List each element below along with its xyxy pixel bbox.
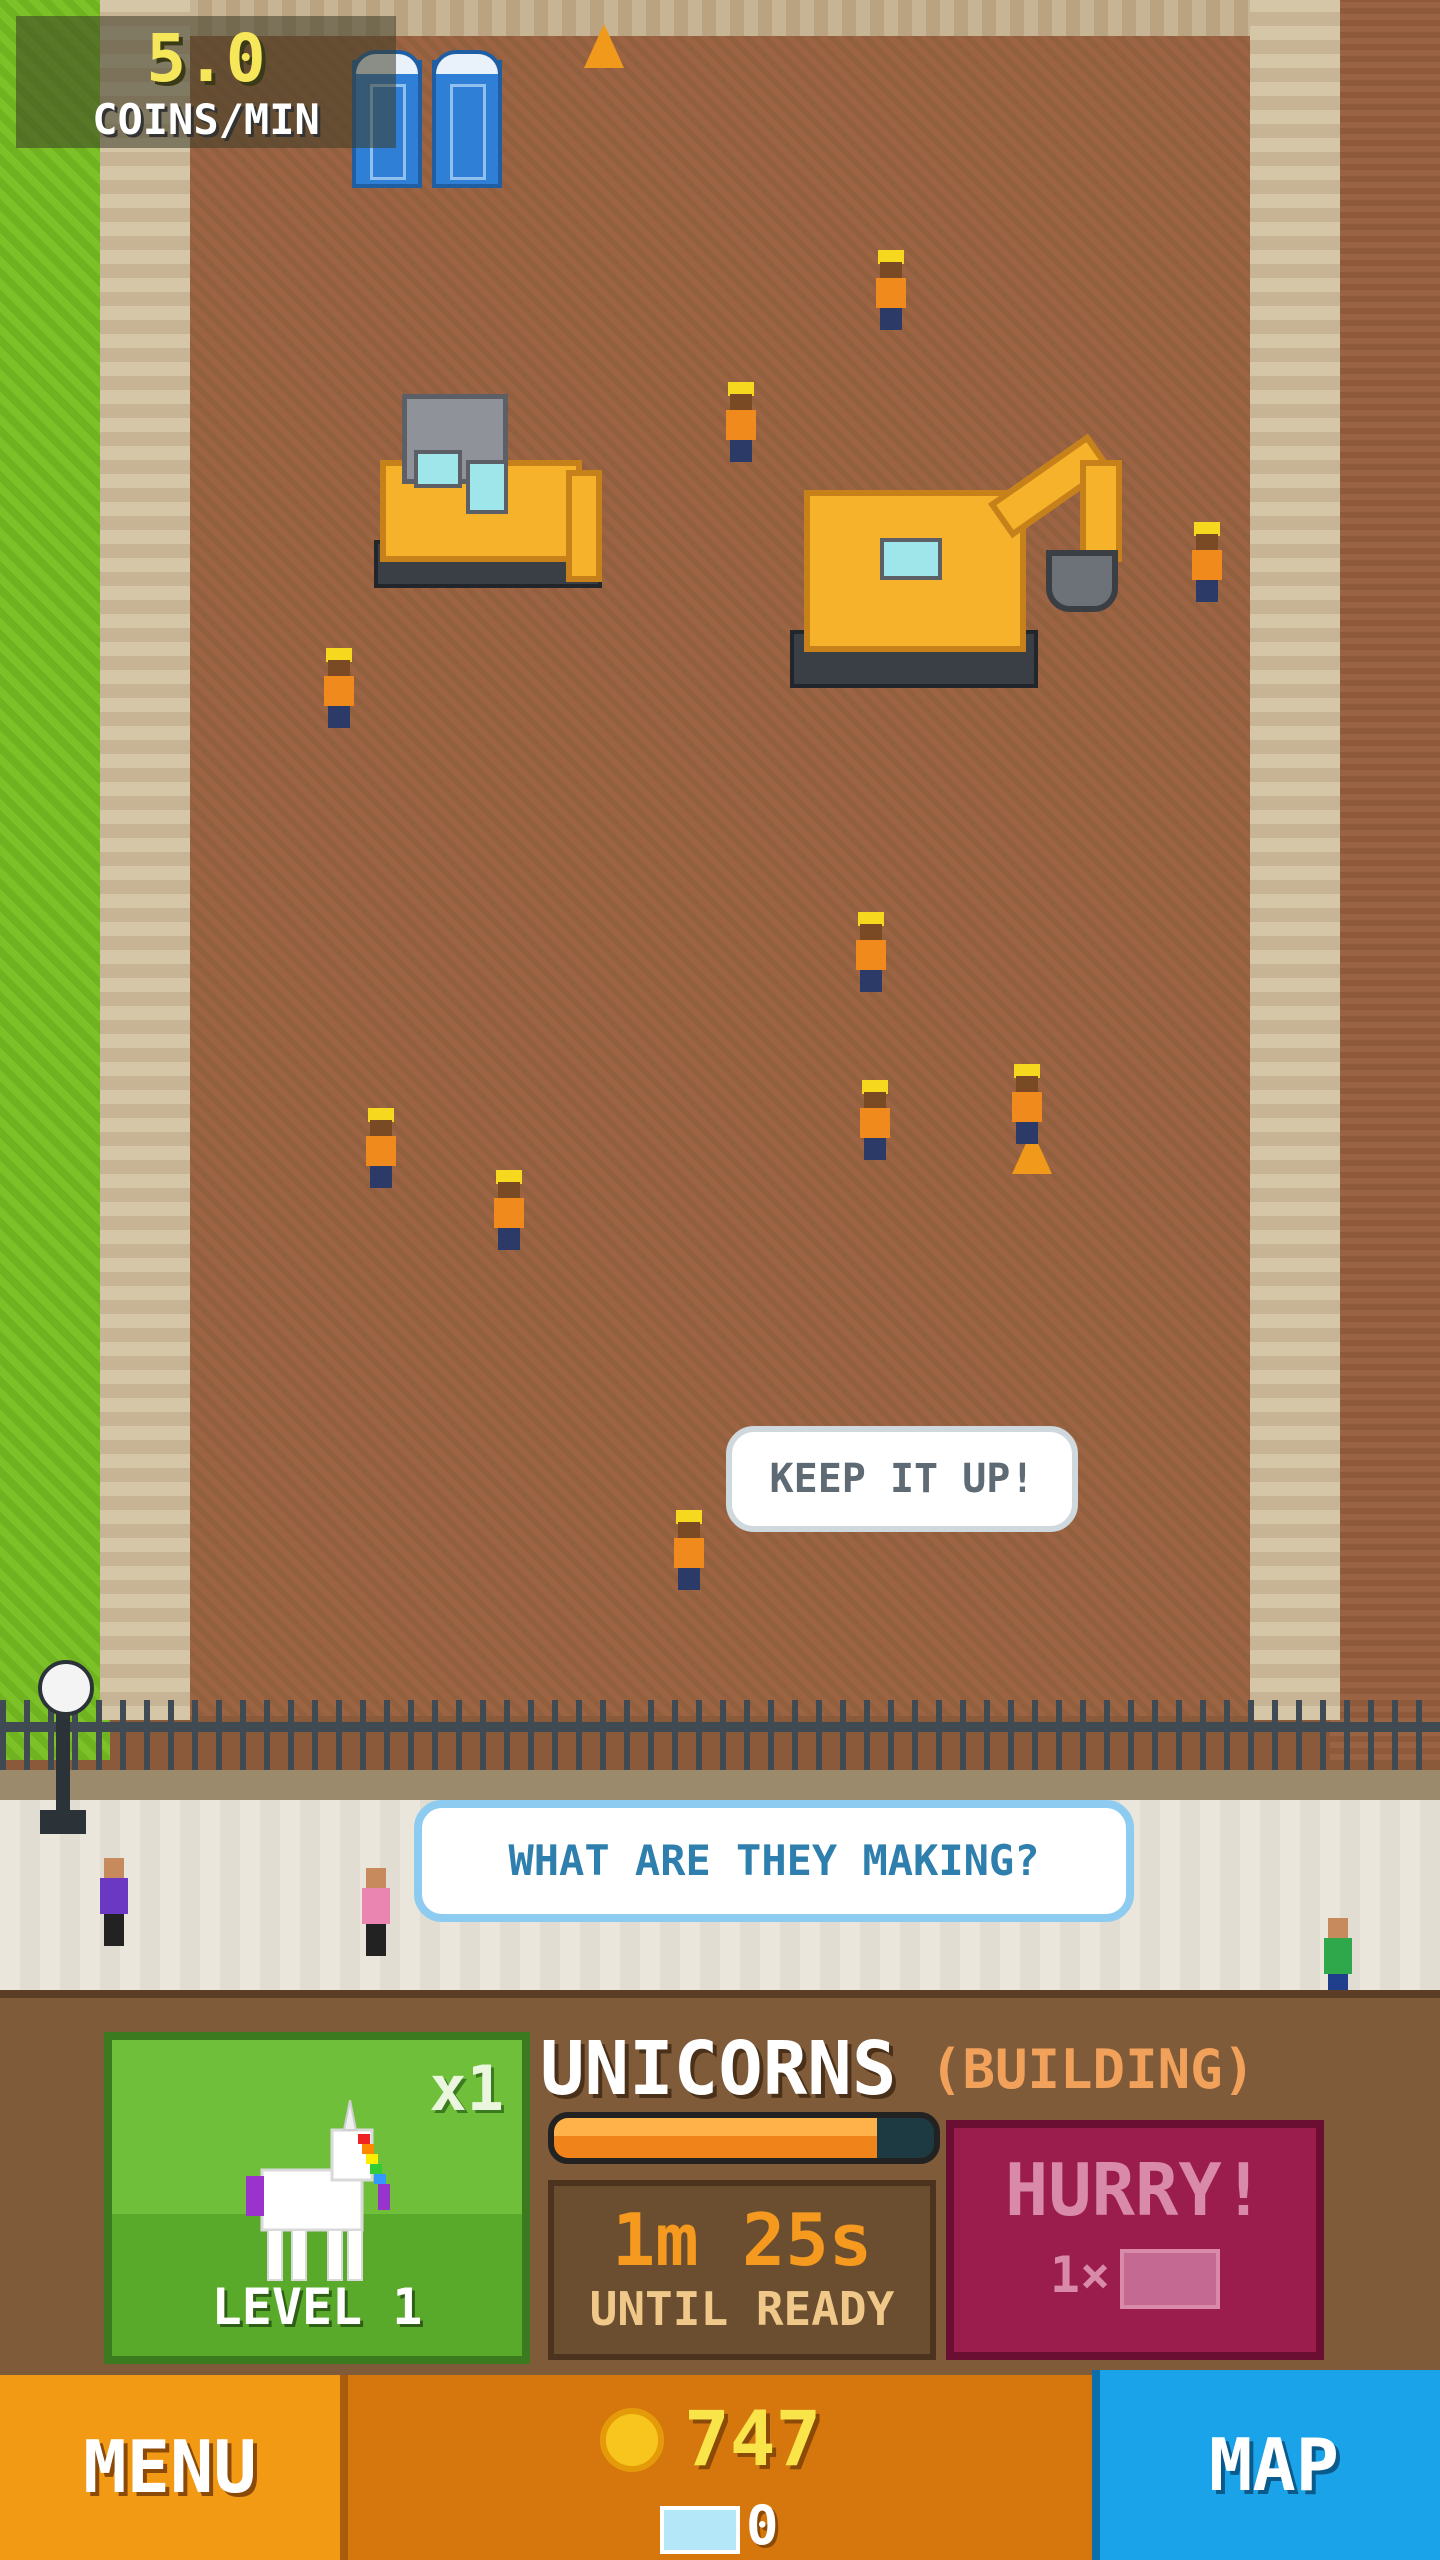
gem-icon: [1120, 2248, 1221, 2309]
unicorn-unit-card[interactable]: x1 LEVEL 1: [104, 2032, 530, 2364]
fence: [0, 1700, 1440, 1778]
building-status: (BUILDING): [930, 2038, 1256, 2101]
construction-worker: [362, 1108, 398, 1188]
construction-worker: [856, 1080, 892, 1160]
timer-label: UNTIL READY: [589, 2282, 895, 2336]
hurry-cost-text: 1×: [1049, 2246, 1111, 2304]
menu-button[interactable]: MENU: [0, 2375, 348, 2560]
hurry-label: HURRY!: [1004, 2148, 1266, 2232]
bulldozer-icon: [370, 390, 610, 600]
coins-rate-unit: COINS/MIN: [92, 95, 320, 144]
lot-right-border: [1250, 0, 1340, 1720]
coin-count: 747: [684, 2394, 822, 2483]
timer-value: 1m 25s: [611, 2198, 873, 2282]
coins-rate-value: 5.0: [146, 20, 266, 97]
construction-worker: [490, 1170, 526, 1250]
construction-lot[interactable]: [190, 36, 1250, 1716]
construction-worker: [852, 912, 888, 992]
construction-worker: [722, 382, 758, 462]
hurry-button[interactable]: HURRY! 1×: [946, 2120, 1324, 2360]
adjacent-lot: [1330, 0, 1440, 1760]
pedestrian: [96, 1858, 130, 1948]
unicorn-icon: [246, 2100, 390, 2281]
pedestrian-speech-bubble: WHAT ARE THEY MAKING?: [414, 1800, 1134, 1922]
traffic-cone-icon: [584, 24, 624, 68]
fence-base: [0, 1770, 1440, 1800]
coin-icon: [600, 2408, 664, 2472]
build-progress-bar: [548, 2112, 940, 2164]
construction-worker: [320, 648, 356, 728]
map-button[interactable]: MAP: [1092, 2370, 1440, 2560]
unit-level: LEVEL 1: [211, 2278, 423, 2336]
gem-count: 0: [746, 2494, 779, 2557]
construction-worker: [670, 1510, 706, 1590]
build-progress-fill: [554, 2118, 877, 2158]
coins-rate-badge: 5.0 COINS/MIN: [16, 16, 396, 148]
grass-area: [0, 0, 110, 1760]
worker-speech-bubble: KEEP IT UP!: [726, 1426, 1078, 1532]
pedestrian: [358, 1868, 392, 1958]
construction-worker: [1188, 522, 1224, 602]
building-name: UNICORNS: [540, 2026, 897, 2112]
hurry-cost: 1×: [954, 2246, 1316, 2309]
street-lamp-base: [40, 1810, 86, 1834]
fence-rail: [0, 1722, 1440, 1732]
timer-box: 1m 25s UNTIL READY: [548, 2180, 936, 2360]
street-lamp-globe-icon: [38, 1660, 94, 1716]
construction-worker: [872, 250, 908, 330]
gem-icon: [660, 2506, 740, 2554]
lot-left-border: [100, 0, 190, 1720]
unit-multiplier: x1: [429, 2052, 504, 2125]
excavator-icon: [790, 433, 1122, 710]
portapotty-icon: [432, 50, 502, 188]
construction-worker: [1008, 1064, 1044, 1144]
